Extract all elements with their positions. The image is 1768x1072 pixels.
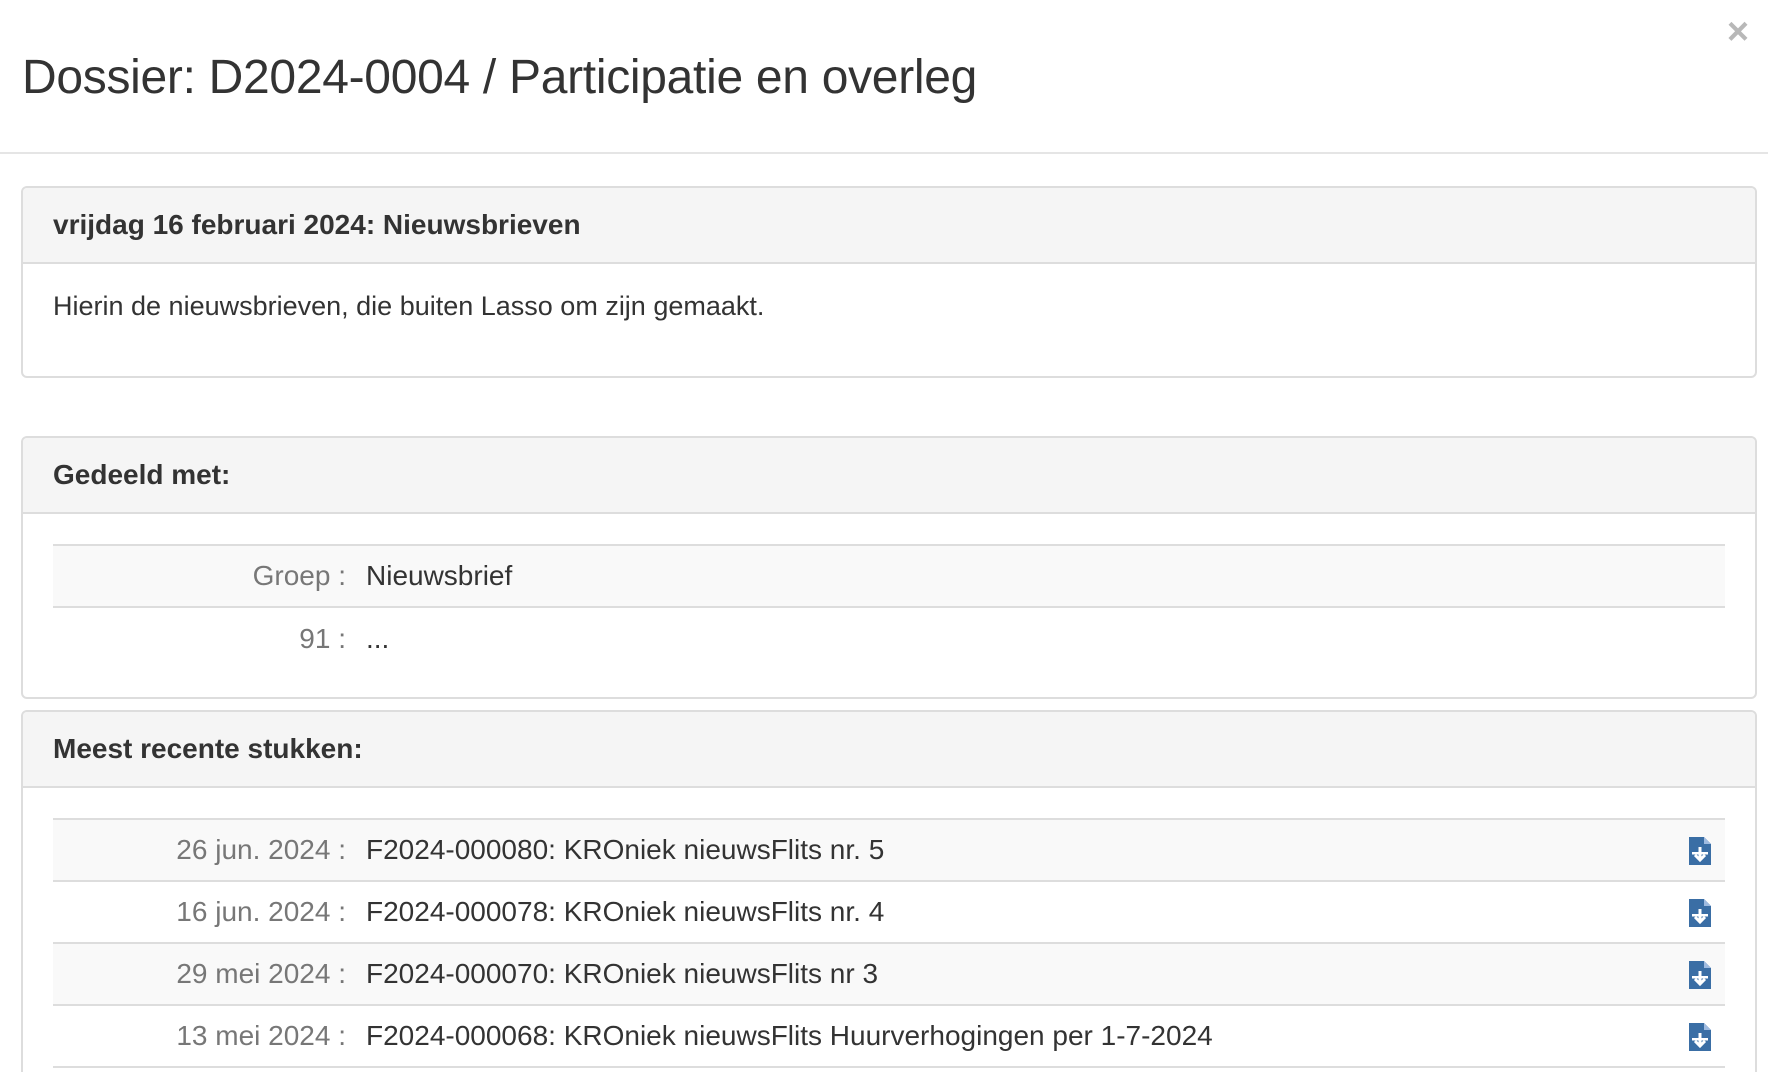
shared-table: Groep : Nieuwsbrief 91 : ...	[53, 544, 1725, 669]
shared-panel-heading: Gedeeld met:	[23, 438, 1755, 514]
recent-panel: Meest recente stukken: 26 jun. 2024 : F2…	[21, 710, 1757, 1072]
recent-panel-body: 26 jun. 2024 : F2024-000080: KROniek nie…	[23, 788, 1755, 1072]
document-row[interactable]: 29 mei 2024 : F2024-000070: KROniek nieu…	[53, 943, 1725, 1005]
document-title[interactable]: F2024-000070: KROniek nieuwsFlits nr 3	[366, 943, 1675, 1005]
recent-panel-heading: Meest recente stukken:	[23, 712, 1755, 788]
modal-header: Dossier: D2024-0004 / Participatie en ov…	[0, 0, 1768, 154]
document-row[interactable]: 16 jun. 2024 : F2024-000078: KROniek nie…	[53, 881, 1725, 943]
document-title[interactable]: F2024-000078: KROniek nieuwsFlits nr. 4	[366, 881, 1675, 943]
file-download-icon[interactable]	[1687, 1022, 1713, 1052]
event-description: Hierin de nieuwsbrieven, die buiten Lass…	[53, 291, 765, 321]
document-date: 29 mei 2024 :	[176, 958, 346, 989]
shared-panel-body: Groep : Nieuwsbrief 91 : ...	[23, 514, 1755, 697]
document-row[interactable]: 13 mei 2024 : F2024-000068: KROniek nieu…	[53, 1005, 1725, 1067]
shared-panel: Gedeeld met: Groep : Nieuwsbrief 91 : ..…	[21, 436, 1757, 699]
dossier-modal: Dossier: D2024-0004 / Participatie en ov…	[0, 0, 1768, 1072]
document-date: 16 jun. 2024 :	[176, 896, 346, 927]
file-download-icon[interactable]	[1687, 898, 1713, 928]
event-panel-heading: vrijdag 16 februari 2024: Nieuwsbrieven	[23, 188, 1755, 264]
shared-row-key: 91 :	[299, 622, 346, 654]
recent-table: 26 jun. 2024 : F2024-000080: KROniek nie…	[53, 818, 1725, 1068]
file-download-icon[interactable]	[1687, 960, 1713, 990]
document-date: 26 jun. 2024 :	[176, 834, 346, 865]
shared-row: Groep : Nieuwsbrief	[53, 545, 1725, 607]
document-date: 13 mei 2024 :	[176, 1020, 346, 1051]
modal-title: Dossier: D2024-0004 / Participatie en ov…	[22, 51, 978, 104]
shared-row-value: Nieuwsbrief	[366, 560, 513, 591]
shared-row-value: ...	[366, 622, 390, 654]
document-title[interactable]: F2024-000080: KROniek nieuwsFlits nr. 5	[366, 819, 1675, 881]
shared-row: 91 : ...	[53, 607, 1725, 669]
document-row[interactable]: 26 jun. 2024 : F2024-000080: KROniek nie…	[53, 819, 1725, 881]
close-button[interactable]: ×	[1718, 12, 1758, 52]
shared-row-key: Groep :	[252, 560, 346, 591]
file-download-icon[interactable]	[1687, 836, 1713, 866]
document-title[interactable]: F2024-000068: KROniek nieuwsFlits Huurve…	[366, 1005, 1675, 1067]
event-panel: vrijdag 16 februari 2024: Nieuwsbrieven …	[21, 186, 1757, 378]
